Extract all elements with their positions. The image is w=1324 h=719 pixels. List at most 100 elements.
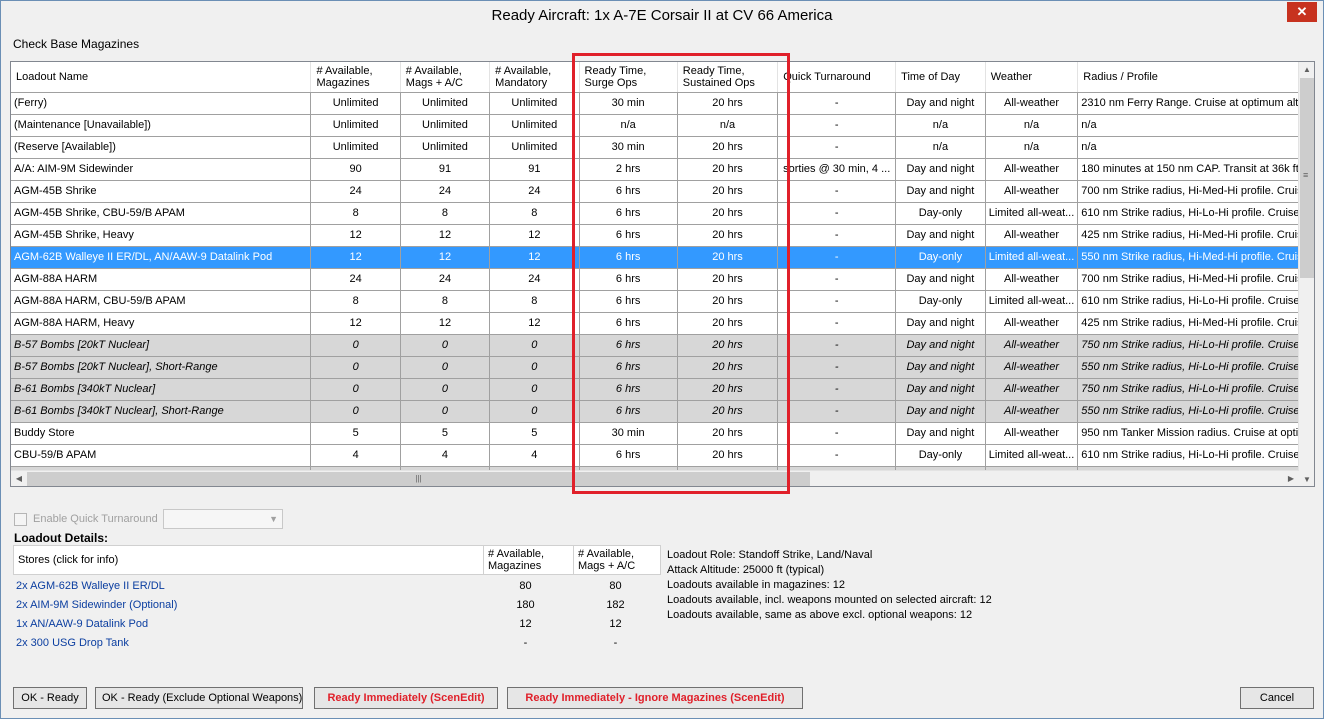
cell-time-of-day: Day and night <box>895 422 986 445</box>
ready-immediately-button[interactable]: Ready Immediately (ScenEdit) <box>314 687 498 709</box>
table-row[interactable]: AGM-45B Shrike, Heavy 12 12 12 6 hrs 20 hrs - D… <box>11 224 1314 247</box>
info-line: Loadout Role: Standoff Strike, Land/Nava… <box>667 549 873 561</box>
column-header-available-mags-ac[interactable]: # Available, Mags + A/C <box>400 62 491 93</box>
table-row[interactable]: AGM-62B Walleye II ER/DL, AN/AAW-9 Datal… <box>11 246 1314 269</box>
cell-time-of-day: Day-only <box>895 290 986 313</box>
table-row[interactable]: (Ferry) Unlimited Unlimited Unlimited 30 min… <box>11 92 1314 115</box>
cell-time-of-day: Day-only <box>895 202 986 225</box>
store-available-magazines: 80 <box>519 580 532 592</box>
ready-aircraft-dialog: Ready Aircraft: 1x A-7E Corsair II at CV… <box>0 0 1324 719</box>
column-header-quick-turnaround[interactable]: Quick Turnaround <box>777 62 897 93</box>
cell-available-mags-ac: 0 <box>400 378 491 401</box>
cell-available-mandatory: 12 <box>489 312 580 335</box>
cell-loadout-name: AGM-45B Shrike <box>11 180 312 203</box>
cell-radius-profile: n/a <box>1077 136 1314 159</box>
table-row[interactable]: B-57 Bombs [20kT Nuclear] 0 0 0 6 hrs 20 hrs -… <box>11 334 1314 357</box>
cell-ready-time-sustained: 20 hrs <box>677 246 779 269</box>
table-row[interactable]: B-57 Bombs [20kT Nuclear], Short-Range 0 0… <box>11 356 1314 379</box>
cell-loadout-name: B-57 Bombs [20kT Nuclear], Short-Range <box>11 356 312 379</box>
column-header-ready-time-surge[interactable]: Ready Time, Surge Ops <box>579 62 678 93</box>
stores-column-header[interactable]: Stores (click for info) <box>14 546 484 574</box>
store-name-link[interactable]: 2x 300 USG Drop Tank <box>16 637 129 649</box>
window-title: Ready Aircraft: 1x A-7E Corsair II at CV… <box>491 7 833 24</box>
column-header-line1: Loadout Name <box>16 70 89 83</box>
column-header-loadout-name[interactable]: Loadout Name <box>11 62 312 93</box>
check-base-magazines-menu[interactable]: Check Base Magazines <box>13 37 139 51</box>
list-item[interactable]: 2x 300 USG Drop Tank - - <box>13 634 661 653</box>
column-header-time-of-day[interactable]: Time of Day <box>895 62 986 93</box>
column-header-line1: Radius / Profile <box>1083 70 1158 83</box>
store-name-link[interactable]: 2x AGM-62B Walleye II ER/DL <box>16 580 165 592</box>
table-row[interactable]: B-61 Bombs [340kT Nuclear], Short-Range 0… <box>11 400 1314 423</box>
scroll-up-arrow-icon[interactable]: ▲ <box>1299 62 1314 78</box>
table-row[interactable]: AGM-45B Shrike, CBU-59/B APAM 8 8 8 6 hrs 20 … <box>11 202 1314 225</box>
cell-ready-time-surge: n/a <box>579 114 678 137</box>
quick-turnaround-checkbox[interactable] <box>14 512 27 526</box>
column-header-line1: # Available, <box>316 64 373 77</box>
cell-ready-time-surge: 6 hrs <box>579 290 678 313</box>
cell-radius-profile: 550 nm Strike radius, Hi-Lo-Hi profile. … <box>1077 356 1314 379</box>
cell-available-mags-ac: Unlimited <box>400 114 491 137</box>
cell-available-mags-ac: Unlimited <box>400 92 491 115</box>
table-row[interactable]: Buddy Store 5 5 5 30 min 20 hrs - Day and night… <box>11 422 1314 445</box>
stores-ac-column-header[interactable]: # Available, Mags + A/C <box>574 546 662 574</box>
loadout-grid: Loadout Name # Available, Magazines # Avail… <box>10 61 1315 487</box>
cell-available-magazines: 90 <box>310 158 401 181</box>
scroll-left-arrow-icon[interactable]: ◀ <box>11 471 27 486</box>
cell-radius-profile: 550 nm Strike radius, Hi-Med-Hi profile.… <box>1077 246 1314 269</box>
cell-ready-time-surge: 6 hrs <box>579 224 678 247</box>
table-row[interactable]: CBU-59/B APAM 4 4 4 6 hrs 20 hrs - Day-only Limi… <box>11 444 1314 467</box>
ok-ready-button[interactable]: OK - Ready <box>13 687 87 709</box>
ready-immediately-ignore-magazines-button[interactable]: Ready Immediately - Ignore Magazines (Sc… <box>507 687 803 709</box>
cell-quick-turnaround: - <box>777 180 897 203</box>
table-row[interactable]: AGM-88A HARM, Heavy 12 12 12 6 hrs 20 hrs - Day… <box>11 312 1314 335</box>
quick-turnaround-select[interactable]: ▼ <box>163 509 283 529</box>
cell-time-of-day: Day-only <box>895 444 986 467</box>
ok-ready-exclude-optional-button[interactable]: OK - Ready (Exclude Optional Weapons) <box>95 687 303 709</box>
column-header-line2: Magazines <box>316 76 370 89</box>
table-row[interactable]: AGM-88A HARM 24 24 24 6 hrs 20 hrs - Day and ni… <box>11 268 1314 291</box>
cell-available-magazines: 0 <box>310 334 401 357</box>
store-name-link[interactable]: 1x AN/AAW-9 Datalink Pod <box>16 618 148 630</box>
table-row[interactable]: (Maintenance [Unavailable]) Unlimited Unli… <box>11 114 1314 137</box>
list-item[interactable]: 1x AN/AAW-9 Datalink Pod 12 12 <box>13 615 661 634</box>
scroll-down-arrow-icon[interactable]: ▼ <box>1299 472 1314 486</box>
column-header-weather[interactable]: Weather <box>985 62 1079 93</box>
cell-ready-time-surge: 2 hrs <box>579 158 678 181</box>
horizontal-scrollbar[interactable]: ◀ ||| ▶ <box>11 470 1299 486</box>
cell-available-magazines: 5 <box>310 422 401 445</box>
table-row[interactable]: A/A: AIM-9M Sidewinder 90 91 91 2 hrs 20 hrs s… <box>11 158 1314 181</box>
table-row[interactable]: AGM-45B Shrike 24 24 24 6 hrs 20 hrs - Day and … <box>11 180 1314 203</box>
scroll-right-arrow-icon[interactable]: ▶ <box>1283 471 1299 486</box>
table-row[interactable]: AGM-88A HARM, CBU-59/B APAM 8 8 8 6 hrs 20 hr… <box>11 290 1314 313</box>
info-line: Loadouts available, incl. weapons mounte… <box>667 594 992 606</box>
column-header-available-mandatory[interactable]: # Available, Mandatory <box>489 62 580 93</box>
cell-radius-profile: 610 nm Strike radius, Hi-Lo-Hi profile. … <box>1077 202 1314 225</box>
cell-available-mandatory: 12 <box>489 224 580 247</box>
list-item[interactable]: 2x AIM-9M Sidewinder (Optional) 180 182 <box>13 596 661 615</box>
column-header-radius-profile[interactable]: Radius / Profile <box>1077 62 1314 93</box>
cell-available-mags-ac: 91 <box>400 158 491 181</box>
column-header-ready-time-sustained[interactable]: Ready Time, Sustained Ops <box>677 62 779 93</box>
close-button[interactable]: ✕ <box>1287 2 1317 22</box>
cell-loadout-name: (Reserve [Available]) <box>11 136 312 159</box>
cell-ready-time-surge: 6 hrs <box>579 268 678 291</box>
vertical-scrollbar[interactable]: ▲ ≡ ▼ <box>1298 62 1314 486</box>
stores-list: Stores (click for info) # Available, Mag… <box>13 545 661 675</box>
table-row[interactable]: B-61 Bombs [340kT Nuclear] 0 0 0 6 hrs 20 hrs… <box>11 378 1314 401</box>
cell-available-magazines: 12 <box>310 224 401 247</box>
stores-mag-column-header[interactable]: # Available, Magazines <box>484 546 574 574</box>
cell-available-mags-ac: 0 <box>400 356 491 379</box>
store-name-link[interactable]: 2x AIM-9M Sidewinder (Optional) <box>16 599 177 611</box>
table-row[interactable]: (Reserve [Available]) Unlimited Unlimited U… <box>11 136 1314 159</box>
cancel-button[interactable]: Cancel <box>1240 687 1314 709</box>
list-item[interactable]: 2x AGM-62B Walleye II ER/DL 80 80 <box>13 577 661 596</box>
cell-available-magazines: 8 <box>310 202 401 225</box>
horizontal-scroll-thumb[interactable]: ||| <box>27 472 810 486</box>
cell-available-magazines: 4 <box>310 444 401 467</box>
cell-ready-time-sustained: 20 hrs <box>677 202 779 225</box>
cell-available-mandatory: 24 <box>489 180 580 203</box>
cell-available-mandatory: 5 <box>489 422 580 445</box>
column-header-available-magazines[interactable]: # Available, Magazines <box>310 62 401 93</box>
store-available-mags-ac: 80 <box>609 580 622 592</box>
